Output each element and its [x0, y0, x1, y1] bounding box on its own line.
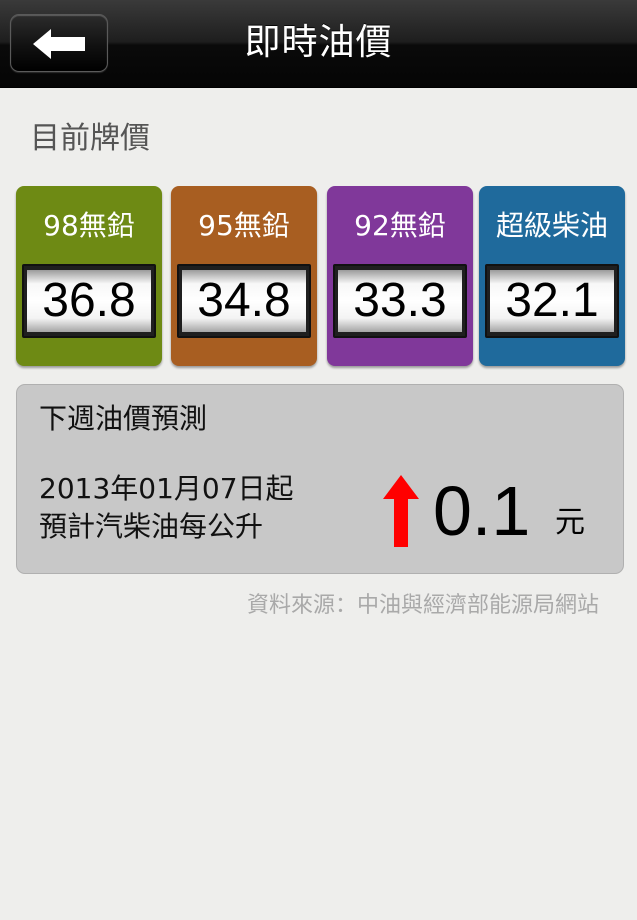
- price-card-label: 92無鉛: [354, 209, 446, 242]
- price-card-92[interactable]: 92無鉛 33.3: [327, 186, 473, 366]
- price-card-95[interactable]: 95無鉛 34.8: [171, 186, 317, 366]
- forecast-panel: 下週油價預測 2013年01月07日起 預計汽柴油每公升 0.1 元: [16, 384, 624, 574]
- nav-bar: 即時油價: [0, 0, 637, 88]
- price-value-box: 32.1: [485, 264, 619, 338]
- price-card-label: 98無鉛: [43, 209, 135, 242]
- price-value-box: 33.3: [333, 264, 467, 338]
- price-value-box: 34.8: [177, 264, 311, 338]
- price-value: 32.1: [490, 270, 614, 332]
- data-source-note: 資料來源：中油與經濟部能源局網站: [246, 593, 599, 618]
- price-card-label: 超級柴油: [495, 209, 608, 242]
- price-value-box: 36.8: [22, 264, 156, 338]
- price-cards: 98無鉛 36.8 95無鉛 34.8 92無鉛 33.3 超級柴油 32.1: [16, 186, 625, 366]
- forecast-amount: 0.1: [433, 472, 531, 550]
- forecast-description: 預計汽柴油每公升: [39, 510, 264, 543]
- price-value: 36.8: [27, 270, 151, 332]
- price-card-98[interactable]: 98無鉛 36.8: [16, 186, 162, 366]
- price-card-label: 95無鉛: [198, 209, 290, 242]
- price-card-diesel[interactable]: 超級柴油 32.1: [479, 186, 625, 366]
- forecast-title: 下週油價預測: [39, 402, 208, 435]
- forecast-date: 2013年01月07日起: [39, 472, 294, 505]
- price-value: 33.3: [338, 270, 462, 332]
- up-arrow-icon: [383, 475, 419, 547]
- page-title: 即時油價: [244, 22, 393, 63]
- forecast-unit: 元: [555, 505, 585, 540]
- section-title-current-price: 目前牌價: [30, 121, 150, 156]
- price-value: 34.8: [182, 270, 306, 332]
